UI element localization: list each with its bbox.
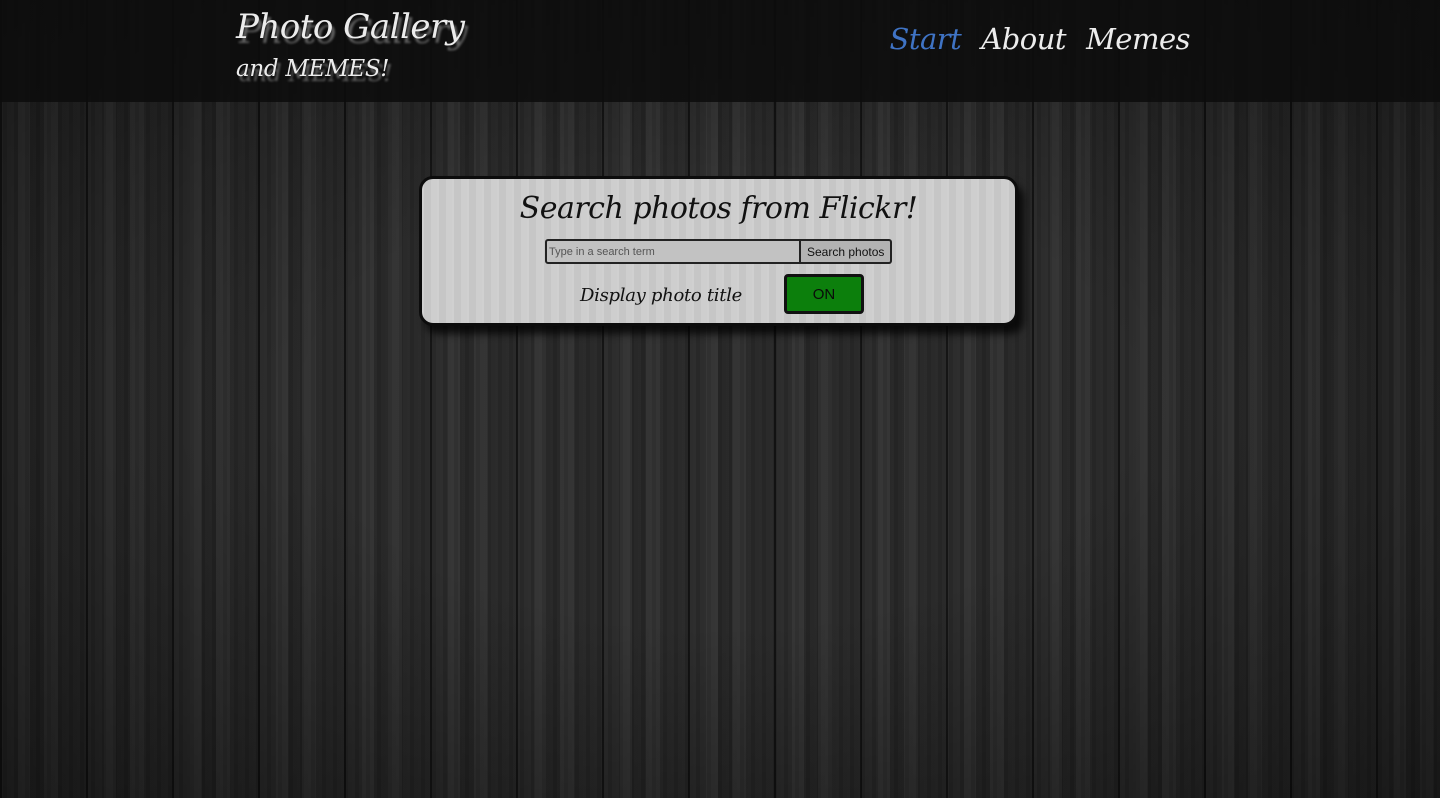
top-header: Photo Gallery and MEMES! Start About Mem…	[0, 0, 1440, 102]
display-photo-title-label: Display photo title	[580, 285, 743, 306]
nav-link-about[interactable]: About	[981, 22, 1066, 56]
site-title-line1: Photo Gallery	[236, 7, 465, 47]
display-photo-title-toggle[interactable]: ON	[784, 274, 864, 314]
main-nav: Start About Memes	[889, 22, 1190, 56]
search-input[interactable]	[545, 239, 801, 264]
site-title-line2: and MEMES!	[236, 56, 390, 82]
search-panel-heading: Search photos from Flickr!	[519, 191, 918, 226]
search-row: Search photos	[545, 239, 893, 264]
nav-link-memes[interactable]: Memes	[1086, 22, 1190, 56]
search-panel: Search photos from Flickr! Search photos…	[419, 176, 1018, 326]
nav-link-start[interactable]: Start	[889, 22, 961, 56]
search-photos-button[interactable]: Search photos	[801, 239, 893, 264]
site-title: Photo Gallery and MEMES!	[236, 7, 465, 82]
